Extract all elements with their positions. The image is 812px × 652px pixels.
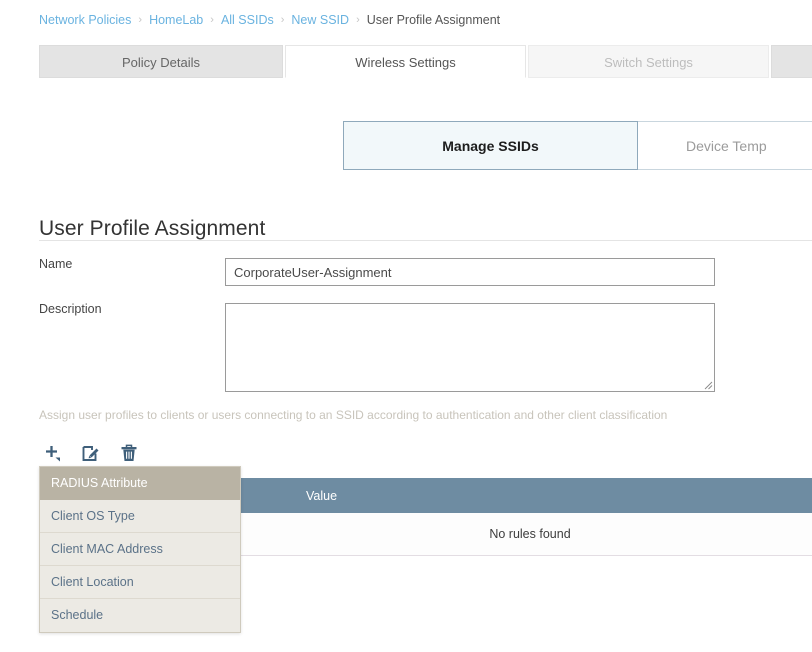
rule-type-dropdown-menu: RADIUS Attribute Client OS Type Client M… xyxy=(39,466,241,633)
page-title: User Profile Assignment xyxy=(39,217,266,241)
main-tab-bar: Policy Details Wireless Settings Switch … xyxy=(39,44,812,78)
sub-tab-bar: Manage SSIDs Device Temp xyxy=(343,121,812,170)
breadcrumb-separator-icon: › xyxy=(210,14,214,26)
breadcrumb-separator-icon: › xyxy=(280,14,285,26)
dropdown-item-radius-attribute[interactable]: RADIUS Attribute xyxy=(40,467,240,500)
breadcrumb-separator-icon: › xyxy=(138,14,143,26)
breadcrumb-item-new-ssid[interactable]: New SSID xyxy=(291,13,349,27)
subtab-device-templates[interactable]: Device Temp xyxy=(638,121,812,170)
breadcrumb-item-homelab[interactable]: HomeLab xyxy=(149,13,203,27)
rules-table-header: Value xyxy=(238,478,812,513)
add-icon[interactable] xyxy=(42,442,64,464)
description-textarea[interactable] xyxy=(225,303,715,392)
description-label: Description xyxy=(39,302,102,316)
column-header-value[interactable]: Value xyxy=(306,489,337,503)
breadcrumb: Network Policies › HomeLab › All SSIDs ›… xyxy=(39,13,500,27)
edit-icon[interactable] xyxy=(80,442,102,464)
dropdown-item-schedule[interactable]: Schedule xyxy=(40,599,240,632)
description-field-wrapper xyxy=(225,303,715,392)
dropdown-item-client-mac-address[interactable]: Client MAC Address xyxy=(40,533,240,566)
breadcrumb-item-user-profile-assignment: User Profile Assignment xyxy=(366,13,501,27)
empty-state-message: No rules found xyxy=(489,527,571,541)
subtab-manage-ssids[interactable]: Manage SSIDs xyxy=(343,121,638,170)
name-input[interactable] xyxy=(225,258,715,286)
tab-wireless-settings[interactable]: Wireless Settings xyxy=(285,45,526,78)
helper-text: Assign user profiles to clients or users… xyxy=(39,408,668,422)
dropdown-item-client-location[interactable]: Client Location xyxy=(40,566,240,599)
tab-switch-settings[interactable]: Switch Settings xyxy=(528,45,769,78)
breadcrumb-separator-icon: › xyxy=(356,14,360,26)
delete-icon[interactable] xyxy=(118,442,140,464)
breadcrumb-item-network-policies[interactable]: Network Policies xyxy=(39,13,131,27)
tab-policy-details[interactable]: Policy Details xyxy=(39,45,283,78)
rules-table-empty-row: No rules found xyxy=(238,513,812,556)
breadcrumb-item-all-ssids[interactable]: All SSIDs xyxy=(221,13,274,27)
user-profile-assignment-page: Network Policies › HomeLab › All SSIDs ›… xyxy=(0,0,812,652)
dropdown-item-client-os-type[interactable]: Client OS Type xyxy=(40,500,240,533)
tab-overflow[interactable] xyxy=(771,45,812,78)
name-label: Name xyxy=(39,257,73,271)
rules-table: Value No rules found xyxy=(238,478,812,556)
title-divider xyxy=(39,240,812,241)
rules-toolbar xyxy=(42,441,140,465)
